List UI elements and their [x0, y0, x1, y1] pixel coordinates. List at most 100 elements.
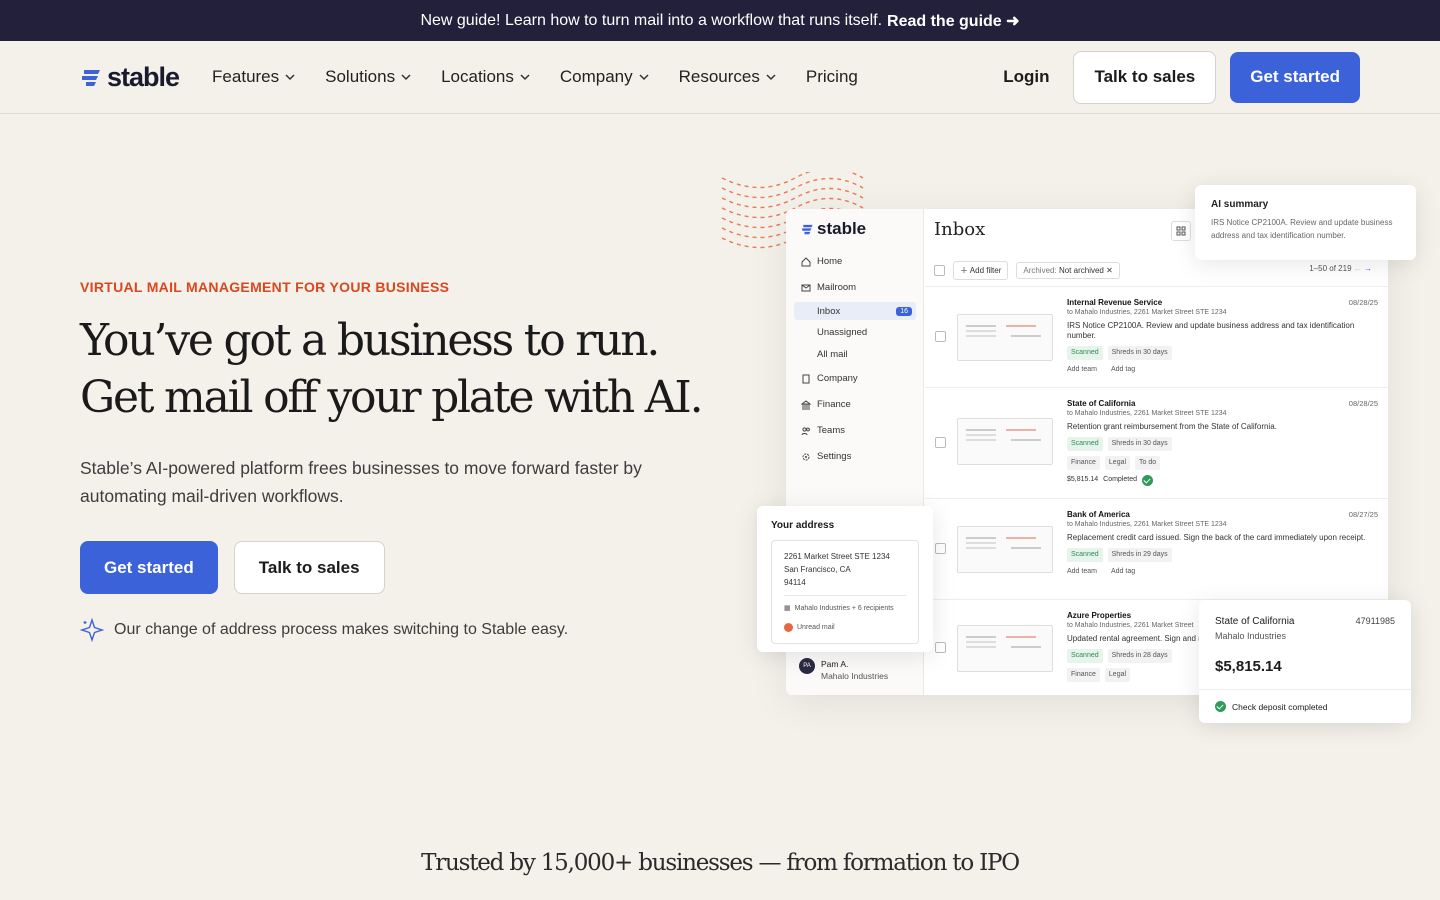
row-checkbox[interactable] [935, 642, 946, 653]
hero-eyebrow: VIRTUAL MAIL MANAGEMENT FOR YOUR BUSINES… [80, 279, 450, 295]
people-icon [801, 426, 810, 435]
unread-row: Unread mail [784, 621, 906, 634]
sidebar-item-mailroom[interactable]: Mailroom [801, 282, 856, 293]
sparkle-icon [80, 618, 104, 642]
hero-get-started-button[interactable]: Get started [80, 541, 218, 594]
app-brand-name: stable [817, 219, 867, 238]
read-guide-link[interactable]: Read the guide ➜ [887, 11, 1020, 31]
unread-indicator [784, 623, 793, 632]
sidebar-all-mail-label: All mail [817, 349, 848, 360]
sender-name: Azure Properties [1067, 611, 1132, 620]
add-team-button[interactable]: Add team [1067, 567, 1097, 577]
archived-filter-chip[interactable]: Archived: Not archived ✕ [1016, 262, 1120, 279]
select-all-checkbox[interactable] [934, 265, 945, 276]
add-tag-button[interactable]: Add tag [1111, 365, 1135, 375]
add-team-button[interactable]: Add team [1067, 365, 1097, 375]
sidebar-item-company[interactable]: Company [801, 373, 858, 384]
address-card-title: Your address [771, 520, 835, 531]
finance-tag[interactable]: Finance [1067, 456, 1100, 470]
row-checkbox[interactable] [935, 331, 946, 342]
nav-resources[interactable]: Resources [679, 67, 776, 87]
sidebar-mailroom-label: Mailroom [817, 282, 857, 293]
hero-heading-line-1: You’ve got a business to run. [80, 315, 660, 366]
talk-to-sales-button[interactable]: Talk to sales [1073, 50, 1217, 104]
user-company: Mahalo Industries [821, 671, 889, 681]
sidebar-item-all-mail[interactable]: All mail [817, 349, 848, 360]
add-tag-button[interactable]: Add tag [1111, 567, 1135, 577]
nav-solutions[interactable]: Solutions [325, 67, 411, 87]
recipient-address: to Mahalo Industries, 2261 Market Street [1067, 622, 1194, 629]
sidebar-finance-label: Finance [817, 399, 851, 410]
stable-logo-icon [802, 224, 813, 235]
table-row[interactable]: Internal Revenue Service to Mahalo Indus… [925, 286, 1388, 386]
add-filter-button[interactable]: ＋ Add filter [953, 261, 1009, 280]
sidebar-item-unassigned[interactable]: Unassigned [817, 327, 867, 338]
grid-view-button[interactable] [1171, 221, 1191, 241]
brand-logo[interactable]: stable [80, 62, 180, 93]
sidebar-item-teams[interactable]: Teams [801, 425, 845, 436]
inbox-count-badge: 16 [896, 306, 912, 316]
gear-icon [802, 453, 810, 460]
shred-badge: Shreds in 28 days [1107, 649, 1172, 663]
divider [784, 595, 906, 596]
address-card: Your address 2261 Market Street STE 1234… [757, 506, 933, 652]
bank-icon [801, 399, 811, 409]
finance-tag[interactable]: Finance [1067, 668, 1100, 682]
chevron-down-icon [401, 74, 411, 81]
nav-company[interactable]: Company [560, 67, 649, 87]
close-icon[interactable]: ✕ [1106, 266, 1113, 275]
chevron-down-icon [285, 74, 295, 81]
sidebar-unassigned-label: Unassigned [817, 327, 868, 338]
sidebar-item-inbox[interactable]: Inbox 16 [794, 302, 916, 320]
grid-icon [1176, 226, 1186, 236]
pagination: 1–50 of 219 ← → [1309, 264, 1372, 273]
sidebar-teams-label: Teams [817, 425, 845, 436]
prev-page-icon[interactable]: ← [1354, 264, 1362, 273]
check-amount: $5,815.14 [1215, 658, 1282, 675]
row-checkbox[interactable] [935, 543, 946, 554]
sidebar-item-finance[interactable]: Finance [801, 399, 851, 410]
get-started-button[interactable]: Get started [1230, 51, 1360, 103]
sidebar-company-label: Company [817, 373, 858, 384]
sidebar-item-settings[interactable]: Settings [801, 451, 851, 462]
archived-label: Archived: [1023, 266, 1057, 275]
add-filter-label: Add filter [969, 266, 1002, 275]
stable-logo-icon [82, 70, 100, 86]
user-name: Pam A. [821, 659, 849, 669]
status-badge: Scanned [1067, 548, 1103, 562]
chevron-down-icon [520, 74, 530, 81]
nav-locations[interactable]: Locations [441, 67, 530, 87]
home-icon [801, 256, 811, 266]
inbox-title: Inbox [934, 219, 986, 240]
nav-features[interactable]: Features [212, 67, 295, 87]
check-number: 47911985 [1355, 616, 1395, 626]
next-page-icon[interactable]: → [1364, 264, 1372, 273]
mail-date: 08/28/25 [1348, 399, 1378, 408]
table-row[interactable]: State of California to Mahalo Industries… [925, 387, 1388, 497]
nav-pricing[interactable]: Pricing [806, 67, 858, 87]
archived-value: Not archived [1058, 266, 1104, 275]
sidebar-home-label: Home [817, 256, 843, 267]
status-badge: Scanned [1067, 437, 1103, 451]
envelope-thumbnail [957, 625, 1053, 672]
nav-company-label: Company [559, 67, 633, 86]
avatar: PA [799, 658, 815, 674]
legal-tag[interactable]: Legal [1104, 456, 1131, 470]
status-badge: Scanned [1067, 346, 1103, 360]
todo-tag[interactable]: To do [1135, 456, 1161, 470]
recipient-address: to Mahalo Industries, 2261 Market Street… [1067, 410, 1227, 417]
chevron-down-icon [766, 74, 776, 81]
row-checkbox[interactable] [935, 437, 946, 448]
pager-text: 1–50 of 219 [1309, 264, 1352, 273]
recipient-address: to Mahalo Industries, 2261 Market Street… [1067, 309, 1227, 316]
check-status: Check deposit completed [1232, 701, 1328, 712]
address-line-1: 2261 Market Street STE 1234 [784, 552, 890, 561]
table-row[interactable]: Bank of America to Mahalo Industries, 22… [925, 498, 1388, 598]
login-link[interactable]: Login [1003, 67, 1049, 87]
mail-date: 08/28/25 [1348, 298, 1378, 307]
user-profile[interactable]: PA Pam A. Mahalo Industries [799, 658, 888, 682]
sidebar-item-home[interactable]: Home [801, 256, 842, 267]
sender-name: State of California [1067, 399, 1136, 408]
legal-tag[interactable]: Legal [1104, 668, 1131, 682]
hero-talk-to-sales-button[interactable]: Talk to sales [233, 541, 385, 594]
